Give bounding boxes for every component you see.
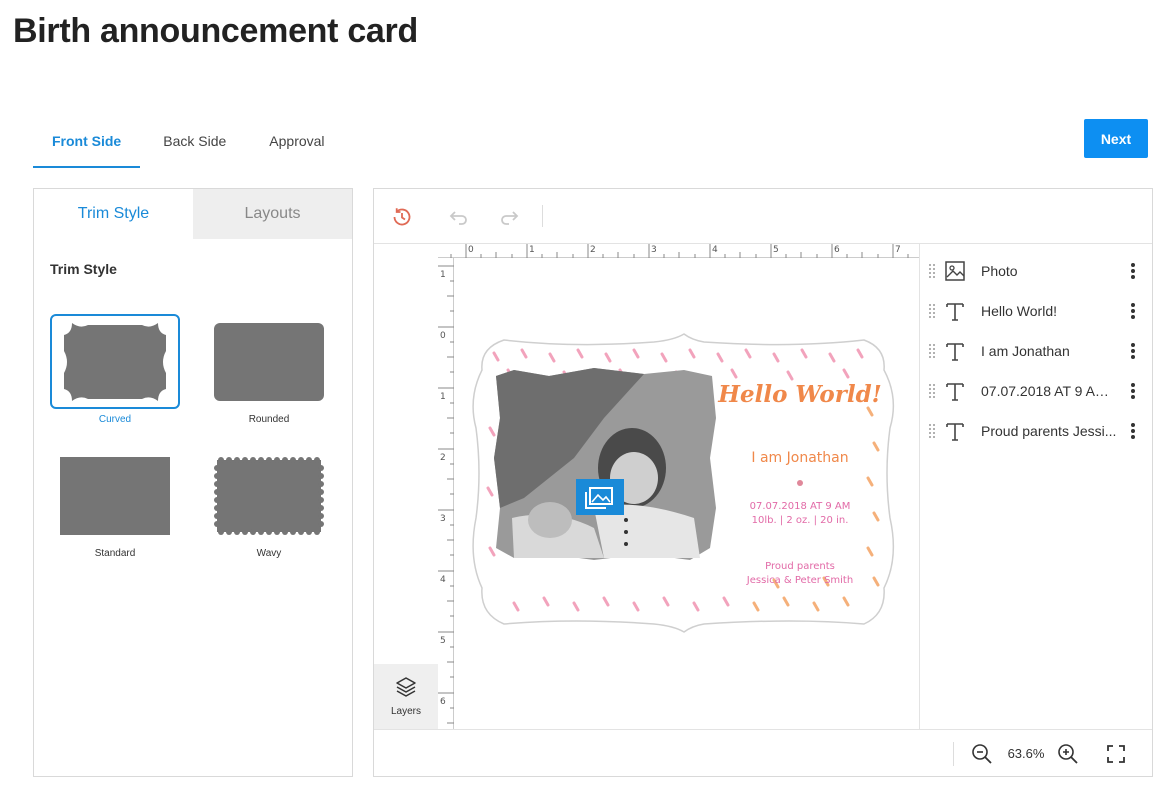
trim-label-wavy: Wavy [256,548,282,559]
vertical-ruler: 1 0 1 2 3 4 5 6 [438,258,454,729]
text-icon [943,379,967,403]
card-stats-text[interactable]: 10lb. | 2 oz. | 20 in. [752,515,849,526]
zoom-bar: 63.6% [374,729,1152,777]
trim-option-wavy[interactable]: Wavy [204,448,334,559]
ruler-v-label: 5 [440,636,446,646]
ruler-h-label: 6 [834,245,840,255]
undo-icon[interactable] [444,203,472,231]
replace-photo-icon[interactable] [576,479,624,515]
more-options-icon[interactable] [1121,379,1145,403]
design-canvas[interactable]: 0 1 2 3 4 5 6 7 1 0 1 2 3 4 5 6 Hello Wo… [374,244,920,729]
text-icon [943,339,967,363]
trim-label-standard: Standard [94,548,136,559]
layers-icon [396,677,416,697]
ruler-v-label: 3 [440,514,446,524]
text-icon [943,419,967,443]
tab-back-side[interactable]: Back Side [140,118,245,168]
redo-icon[interactable] [496,203,524,231]
layers-button-label: Layers [390,706,421,717]
ruler-v-label: 1 [440,270,446,280]
page-title: Birth announcement card [13,12,418,50]
card-hello-text[interactable]: Hello World! [717,381,882,408]
drag-handle-icon[interactable] [921,342,943,360]
layer-item-i-am-jonathan[interactable]: I am Jonathan [921,331,1153,371]
ruler-v-label: 4 [440,575,446,585]
card-date-text[interactable]: 07.07.2018 AT 9 AM [750,501,851,512]
tab-front-side[interactable]: Front Side [33,118,141,168]
layer-label: Photo [981,263,1018,279]
ruler-h-label: 3 [651,245,657,255]
trim-preview-wavy [204,448,334,543]
card-parents-line1[interactable]: Proud parents [765,561,835,572]
more-options-icon[interactable] [1121,259,1145,283]
card-divider-dot [797,480,803,486]
trim-option-rounded[interactable]: Rounded [204,314,334,425]
zoom-out-icon[interactable] [970,742,994,766]
trim-preview-curved [50,314,180,409]
more-options-icon[interactable] [1121,339,1145,363]
history-icon[interactable] [388,203,416,231]
card-parents-line2[interactable]: Jessica & Peter Smith [746,575,853,586]
trim-label-curved: Curved [98,414,132,425]
layer-item-date[interactable]: 07.07.2018 AT 9 AM ... [921,371,1153,411]
trim-preview-standard [50,448,180,543]
card-name-text[interactable]: I am Jonathan [751,450,848,466]
layer-label: Proud parents Jessi... [981,423,1117,439]
horizontal-ruler: 0 1 2 3 4 5 6 7 [438,244,919,258]
tab-approval[interactable]: Approval [245,118,343,168]
ruler-v-label: 0 [440,331,446,341]
rounded-shape-icon [214,322,324,401]
layer-label: Hello World! [981,303,1057,319]
editor-toolbar [374,189,1152,244]
next-button[interactable]: Next [1084,119,1148,158]
tab-trim-style[interactable]: Trim Style [34,189,193,239]
trim-option-curved[interactable]: Curved [50,314,180,425]
toolbar-divider [542,205,543,227]
step-tabs: Front Side Back Side Approval [33,118,344,168]
drag-handle-icon[interactable] [921,422,943,440]
layer-label: I am Jonathan [981,343,1070,359]
layer-item-hello-world[interactable]: Hello World! [921,291,1153,331]
ruler-v-label: 1 [440,392,446,402]
announcement-card[interactable]: Hello World! I am Jonathan 07.07.2018 AT… [454,258,920,729]
ruler-v-label: 2 [440,453,446,463]
trim-preview-rounded [204,314,334,409]
standard-shape-icon [60,456,170,535]
drag-handle-icon[interactable] [921,302,943,320]
trim-option-standard[interactable]: Standard [50,448,180,559]
canvas-gutter [374,244,438,729]
ruler-h-label: 0 [468,245,474,255]
ruler-h-label: 1 [529,245,535,255]
drag-handle-icon[interactable] [921,262,943,280]
zoom-divider [953,742,954,766]
ruler-h-label: 4 [712,245,718,255]
fullscreen-icon[interactable] [1104,742,1128,766]
baby-photo[interactable] [494,368,716,560]
card-editor: 0 1 2 3 4 5 6 7 1 0 1 2 3 4 5 6 Hello Wo… [373,188,1153,777]
ruler-h-label: 2 [590,245,596,255]
wavy-shape-icon [214,456,324,535]
trim-style-heading: Trim Style [50,261,117,277]
layer-item-proud-parents[interactable]: Proud parents Jessi... [921,411,1153,451]
layers-button[interactable]: Layers [374,664,438,729]
layer-label: 07.07.2018 AT 9 AM ... [981,383,1117,399]
text-icon [943,299,967,323]
zoom-in-icon[interactable] [1056,742,1080,766]
curved-shape-icon [64,322,166,401]
panel-tabs: Trim Style Layouts [34,189,352,239]
more-options-icon[interactable] [1121,419,1145,443]
ruler-h-label: 7 [895,245,901,255]
layer-item-photo[interactable]: Photo [921,251,1153,291]
drag-handle-icon[interactable] [921,382,943,400]
trim-label-rounded: Rounded [248,414,290,425]
ruler-v-label: 6 [440,697,446,707]
layers-list: Photo Hello World! I am Jonathan 07.07.2… [921,244,1153,729]
more-options-icon[interactable] [1121,299,1145,323]
trim-style-panel: Trim Style Layouts Trim Style Curved Rou… [33,188,353,777]
tab-layouts[interactable]: Layouts [193,189,352,239]
image-icon [943,259,967,283]
zoom-level: 63.6% [1007,746,1045,761]
ruler-h-label: 5 [773,245,779,255]
